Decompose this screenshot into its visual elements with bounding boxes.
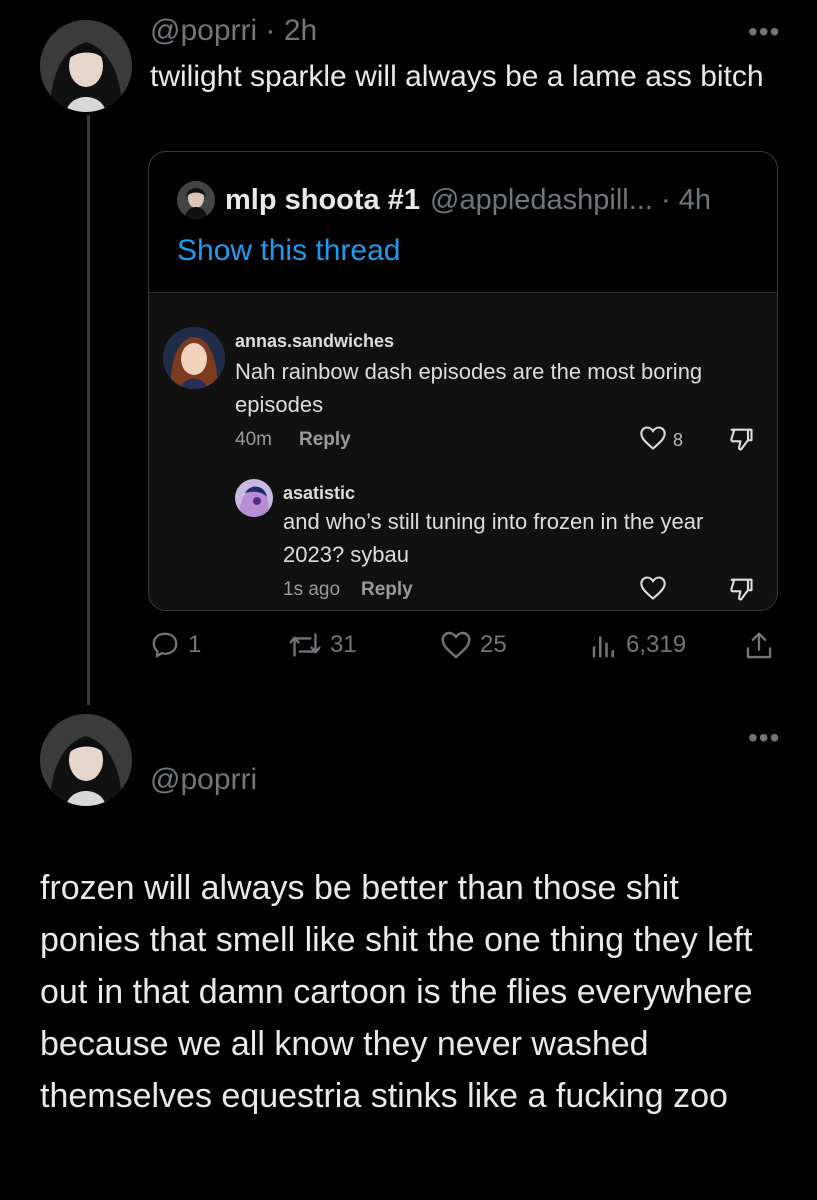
reply-button[interactable]: 1 <box>150 630 201 660</box>
share-button[interactable] <box>744 630 782 662</box>
views-button[interactable]: 6,319 <box>590 630 686 660</box>
reply-author-handle[interactable]: @poprri <box>150 763 257 797</box>
comment-time: 40m <box>235 429 272 450</box>
tweet-text: twilight sparkle will always be a lame a… <box>150 60 764 93</box>
quoted-screenshot-image[interactable]: annas.sandwiches Nah rainbow dash episod… <box>149 292 777 610</box>
comment-reply-button: Reply <box>361 579 413 600</box>
author-handle[interactable]: @poprri <box>150 14 257 47</box>
tweet-header: @poprri · 2h <box>150 14 317 48</box>
like-count: 25 <box>480 631 507 658</box>
commenter-username: annas.sandwiches <box>235 331 395 351</box>
comment-like-count: 8 <box>673 430 684 450</box>
heart-icon <box>639 425 667 456</box>
dislike-icon <box>727 425 755 458</box>
comment-reply-button: Reply <box>299 429 351 450</box>
reply-author-avatar[interactable] <box>40 714 132 806</box>
more-options-button[interactable]: ••• <box>748 18 780 46</box>
commenter-username: asatistic <box>283 483 356 503</box>
commenter-avatar <box>163 327 225 389</box>
heart-icon <box>441 631 471 659</box>
retweet-count: 31 <box>330 631 357 658</box>
commenter-avatar <box>235 479 273 517</box>
comment-text: Nah rainbow dash episodes are the most b… <box>235 359 703 417</box>
author-avatar[interactable] <box>40 20 132 112</box>
quoted-tweet-header: mlp shoota #1 @appledashpill... · 4h <box>177 180 711 220</box>
views-icon <box>592 636 614 658</box>
show-thread-link[interactable]: Show this thread <box>177 234 400 268</box>
quoted-author-name: mlp shoota #1 <box>225 183 420 216</box>
like-button[interactable]: 25 <box>440 630 507 660</box>
tweet-action-bar: 1 31 25 6,319 <box>0 630 817 666</box>
separator-dot: · <box>257 14 284 47</box>
reply-icon <box>152 632 178 658</box>
tweet-time[interactable]: 2h <box>284 14 317 47</box>
heart-icon <box>639 575 667 606</box>
quoted-tweet-card[interactable]: mlp shoota #1 @appledashpill... · 4h Sho… <box>148 151 778 611</box>
reply-count: 1 <box>188 631 202 658</box>
share-icon <box>746 632 772 659</box>
retweet-icon <box>289 633 321 657</box>
comment-time: 1s ago <box>283 579 341 600</box>
quoted-author-handle: @appledashpill... · 4h <box>430 183 711 216</box>
comment-text: and who’s still tuning into frozen in th… <box>283 509 704 567</box>
reply-tweet-text: frozen will always be better than those … <box>40 869 753 1115</box>
reply-more-options-button[interactable]: ••• <box>748 724 780 752</box>
view-count: 6,319 <box>626 631 687 658</box>
quoted-author-avatar <box>177 181 215 219</box>
thread-connector-line <box>87 115 90 705</box>
retweet-button[interactable]: 31 <box>288 630 357 660</box>
dislike-icon <box>727 575 755 608</box>
